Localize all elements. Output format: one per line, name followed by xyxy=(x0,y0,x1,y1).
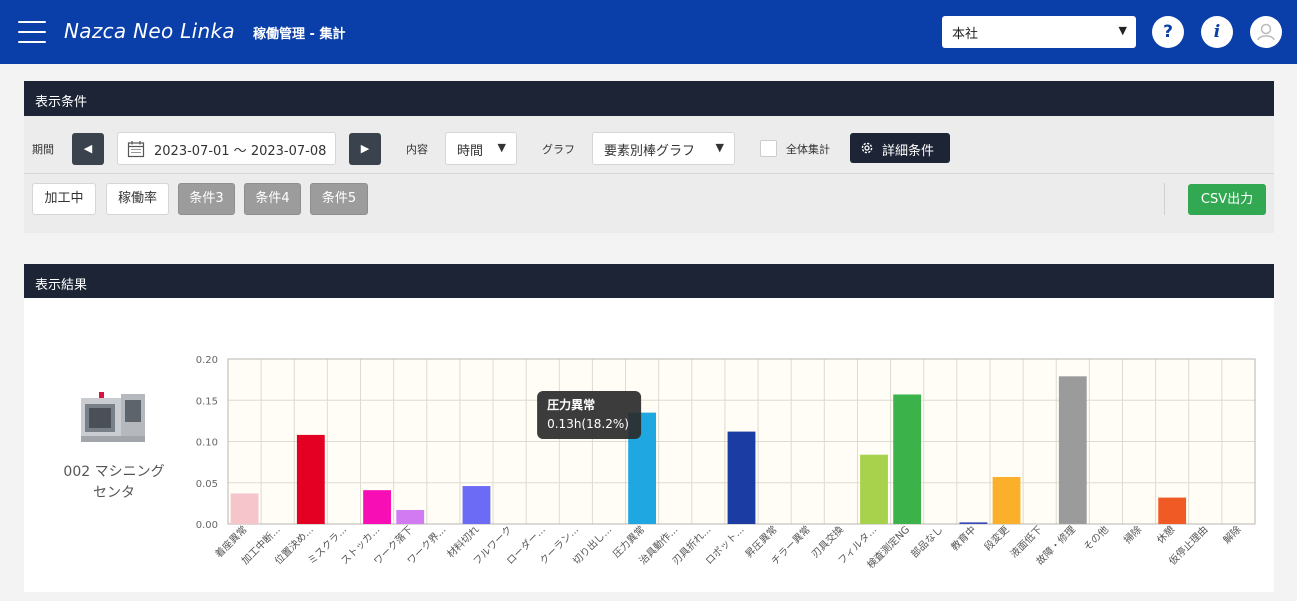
y-tick-label: 0.10 xyxy=(196,438,218,449)
date-range-value: 2023-07-01 ～ 2023-07-08 xyxy=(154,144,327,159)
period-label: 期間 xyxy=(32,143,54,156)
x-tick-label: その他 xyxy=(1081,523,1111,553)
help-icon[interactable]: ? xyxy=(1152,16,1184,48)
bar xyxy=(1058,376,1087,524)
tag-button-condition4[interactable]: 条件4 xyxy=(244,183,301,215)
divider xyxy=(24,173,1274,174)
bar xyxy=(396,509,425,524)
aggregate-label: 全体集計 xyxy=(786,143,830,156)
detail-conditions-button[interactable]: 詳細条件 xyxy=(850,133,950,163)
page-title: 稼働管理 - 集計 xyxy=(253,27,346,42)
divider xyxy=(1164,183,1165,215)
app-title: Nazca Neo Linka xyxy=(64,19,235,43)
gear-icon xyxy=(861,142,873,154)
chevron-down-icon: ▼ xyxy=(497,141,506,154)
bar xyxy=(992,476,1021,524)
info-icon[interactable]: i xyxy=(1201,16,1233,48)
content-select-value: 時間 xyxy=(457,144,484,159)
x-tick-label: 部品なし xyxy=(908,523,945,560)
calendar-icon xyxy=(127,141,145,158)
x-tick-label: 解除 xyxy=(1220,523,1243,546)
user-icon[interactable] xyxy=(1250,16,1282,48)
conditions-panel: 期間 ◀ 2023-07-01 ～ 2023-07-08 ▶ 内容 時間 ▼ グ… xyxy=(24,116,1274,233)
bar xyxy=(860,454,888,524)
graph-type-select[interactable]: 要素別棒グラフ ▼ xyxy=(592,132,735,165)
x-tick-label: 段変更 xyxy=(981,523,1011,553)
next-period-button[interactable]: ▶ xyxy=(349,133,381,165)
x-tick-label: 掃除 xyxy=(1121,523,1144,546)
bar xyxy=(462,486,491,524)
site-select-value: 本社 xyxy=(952,27,979,42)
tag-button-processing[interactable]: 加工中 xyxy=(32,183,96,215)
conditions-header: 表示条件 xyxy=(24,81,1274,116)
results-header: 表示結果 xyxy=(24,264,1274,299)
prev-period-button[interactable]: ◀ xyxy=(72,133,104,165)
y-tick-label: 0.05 xyxy=(196,479,218,490)
x-tick-label: 休憩 xyxy=(1154,523,1177,546)
bar xyxy=(363,490,391,524)
site-select[interactable]: 本社 ▼ xyxy=(942,16,1136,48)
tooltip-title: 圧力異常 xyxy=(547,397,595,412)
chevron-down-icon: ▼ xyxy=(715,141,724,154)
y-tick-label: 0.15 xyxy=(196,396,218,407)
results-panel: 002 マシニング センタ 0.00 0.05 0.10 0.15 0.20 着座異常 加工… xyxy=(24,298,1274,592)
y-tick-label: 0.20 xyxy=(196,355,218,366)
content-label: 内容 xyxy=(406,143,428,156)
y-tick-label: 0.00 xyxy=(196,520,218,531)
aggregate-checkbox[interactable] xyxy=(760,140,777,157)
bar xyxy=(727,431,756,524)
graph-label: グラフ xyxy=(542,143,575,156)
bar-chart: 0.000.050.100.150.20着座異常加工中断...位置決め...ミス… xyxy=(196,355,1256,571)
content-select[interactable]: 時間 ▼ xyxy=(445,132,517,165)
bar xyxy=(893,394,922,524)
menu-icon[interactable] xyxy=(18,21,46,43)
tooltip-value: 0.13h(18.2%) xyxy=(547,417,629,431)
app-header: Nazca Neo Linka 稼働管理 - 集計 本社 ▼ ? i xyxy=(0,0,1297,64)
chevron-down-icon: ▼ xyxy=(1118,24,1127,37)
bar xyxy=(1158,497,1187,524)
tag-button-utilization[interactable]: 稼働率 xyxy=(106,183,169,215)
detail-conditions-label: 詳細条件 xyxy=(882,144,935,159)
csv-export-button[interactable]: CSV出力 xyxy=(1188,184,1266,215)
bar xyxy=(296,434,325,524)
tag-button-condition5[interactable]: 条件5 xyxy=(310,183,368,215)
bar xyxy=(230,493,259,524)
graph-type-value: 要素別棒グラフ xyxy=(604,144,696,159)
x-tick-label: 教育中 xyxy=(948,523,978,553)
tag-button-condition3[interactable]: 条件3 xyxy=(178,183,235,215)
bar xyxy=(959,522,988,524)
date-range-picker[interactable]: 2023-07-01 ～ 2023-07-08 xyxy=(117,132,336,165)
